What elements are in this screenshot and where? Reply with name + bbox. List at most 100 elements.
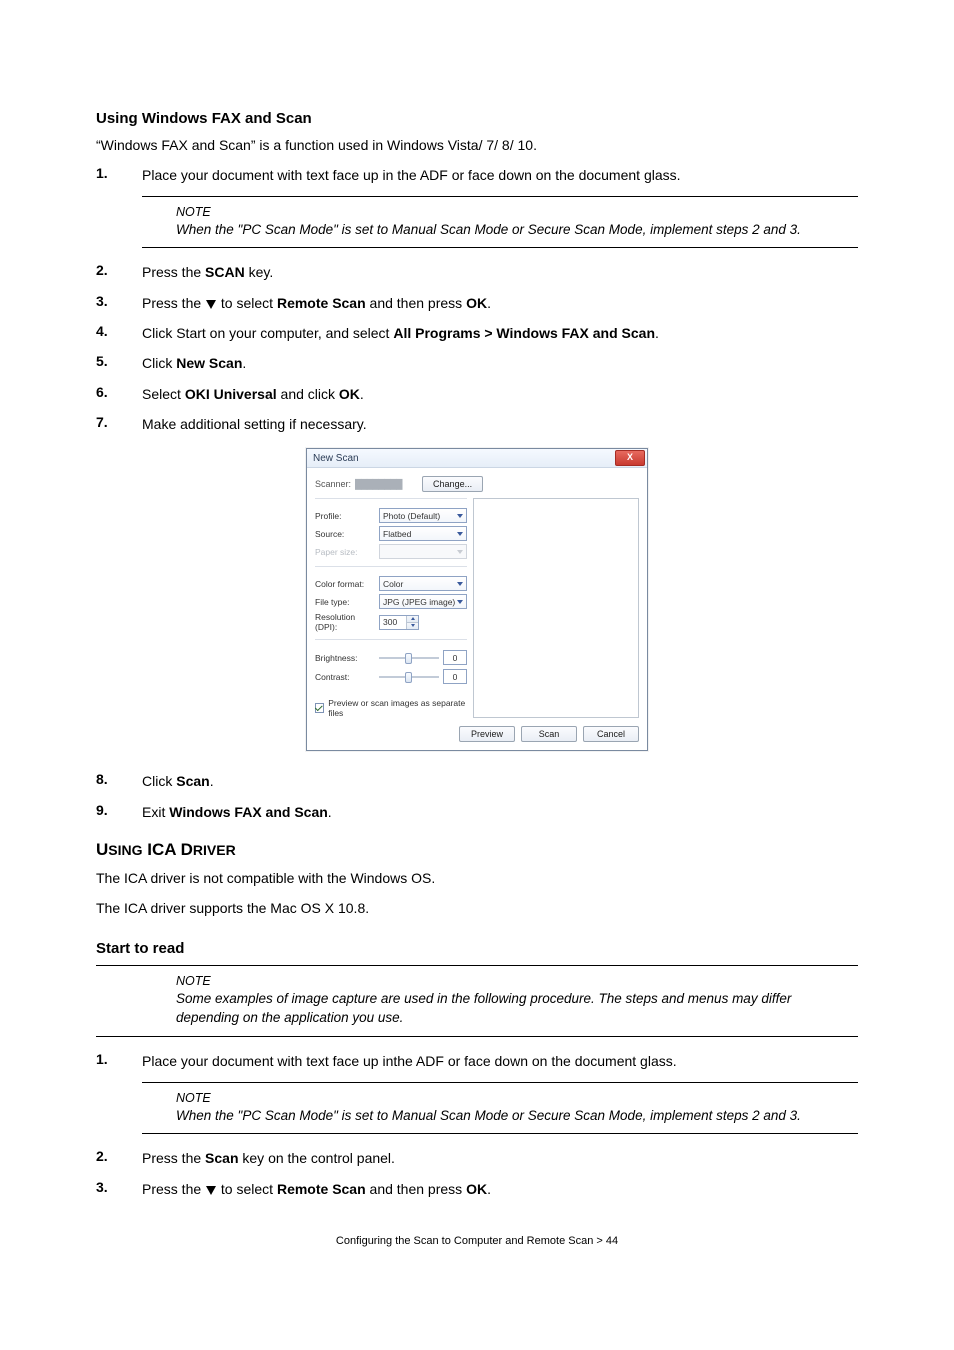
- paper-size-label: Paper size:: [315, 547, 375, 557]
- resolution-label: Resolution (DPI):: [315, 612, 375, 632]
- note-box: NOTE When the "PC Scan Mode" is set to M…: [142, 1082, 858, 1135]
- file-type-select[interactable]: JPG (JPEG image): [379, 594, 467, 609]
- text-fragment: .: [328, 804, 332, 820]
- bold-fragment: All Programs > Windows FAX and Scan: [393, 325, 655, 341]
- text-fragment: .: [487, 1181, 491, 1197]
- bold-fragment: OK: [466, 295, 487, 311]
- source-select[interactable]: Flatbed: [379, 526, 467, 541]
- list-item: 5. Click New Scan.: [96, 353, 858, 373]
- preview-button[interactable]: Preview: [459, 726, 515, 742]
- step-text: Press the SCAN key.: [142, 262, 858, 282]
- down-arrow-icon: [206, 1186, 216, 1195]
- list-item: 7. Make additional setting if necessary.: [96, 414, 858, 434]
- note-title: NOTE: [176, 974, 858, 988]
- text-fragment: Select: [142, 386, 185, 402]
- list-item: 2. Press the SCAN key.: [96, 262, 858, 282]
- checkbox-label: Preview or scan images as separate files: [328, 698, 467, 718]
- source-label: Source:: [315, 529, 375, 539]
- dialog-titlebar: New Scan X: [307, 449, 647, 468]
- step-number: 2.: [96, 1148, 142, 1168]
- text-fragment: .: [487, 295, 491, 311]
- text-fragment: key on the control panel.: [239, 1150, 395, 1166]
- dialog-body: Scanner: ████████ Change... Profile: Pho…: [307, 468, 647, 718]
- ordered-list-a-cont: 8. Click Scan. 9. Exit Windows FAX and S…: [96, 771, 858, 822]
- text-fragment: .: [210, 773, 214, 789]
- profile-select[interactable]: Photo (Default): [379, 508, 467, 523]
- separate-files-checkbox[interactable]: [315, 703, 324, 713]
- section-heading-start: Start to read: [96, 940, 858, 957]
- select-value: Color: [383, 579, 403, 589]
- step-number: 5.: [96, 353, 142, 373]
- scanner-name: ████████: [355, 479, 402, 489]
- step-number: 6.: [96, 384, 142, 404]
- color-format-select[interactable]: Color: [379, 576, 467, 591]
- chevron-down-icon: [457, 550, 463, 554]
- change-button[interactable]: Change...: [422, 476, 483, 492]
- step-number: 9.: [96, 802, 142, 822]
- chevron-down-icon: [457, 514, 463, 518]
- text-fragment: Click: [142, 773, 176, 789]
- step-number: 1.: [96, 165, 142, 185]
- ordered-list-b: 1. Place your document with text face up…: [96, 1051, 858, 1199]
- note-body: When the "PC Scan Mode" is set to Manual…: [176, 221, 858, 240]
- paper-size-select: [379, 544, 467, 559]
- bold-fragment: Scan: [205, 1150, 238, 1166]
- section-heading-ica: USING ICA DRIVER: [96, 840, 858, 860]
- step-number: 3.: [96, 293, 142, 313]
- bold-fragment: Remote Scan: [277, 295, 366, 311]
- list-item: 1. Place your document with text face up…: [96, 165, 858, 185]
- text-fragment: Press the: [142, 1150, 205, 1166]
- text-fragment: Press the: [142, 295, 205, 311]
- brightness-slider[interactable]: [379, 652, 439, 664]
- select-value: JPG (JPEG image): [383, 597, 455, 607]
- text-fragment: Click: [142, 355, 176, 371]
- note-body: Some examples of image capture are used …: [176, 990, 858, 1028]
- resolution-stepper[interactable]: 300: [379, 615, 419, 630]
- dialog-footer: Preview Scan Cancel: [307, 718, 647, 750]
- brightness-label: Brightness:: [315, 653, 375, 663]
- select-value: Photo (Default): [383, 511, 440, 521]
- list-item: 3. Press the to select Remote Scan and t…: [96, 293, 858, 313]
- step-number: 1.: [96, 1051, 142, 1071]
- step-text: Make additional setting if necessary.: [142, 414, 858, 434]
- close-icon[interactable]: X: [615, 450, 645, 466]
- bold-fragment: OKI Universal: [185, 386, 277, 402]
- select-value: Flatbed: [383, 529, 411, 539]
- step-text: Click Start on your computer, and select…: [142, 323, 858, 343]
- text-fragment: and then press: [366, 1181, 466, 1197]
- note-body: When the "PC Scan Mode" is set to Manual…: [176, 1107, 858, 1126]
- spinner-buttons[interactable]: [406, 616, 418, 629]
- brightness-value: 0: [443, 650, 467, 665]
- chevron-down-icon: [457, 600, 463, 604]
- text-fragment: Click Start on your computer, and select: [142, 325, 393, 341]
- contrast-label: Contrast:: [315, 672, 375, 682]
- dialog-panels: Profile: Photo (Default) Source: Flatbed…: [315, 498, 639, 718]
- scanner-label: Scanner:: [315, 479, 351, 489]
- note-title: NOTE: [176, 1091, 858, 1105]
- bold-fragment: SCAN: [205, 264, 245, 280]
- ordered-list-a: 1. Place your document with text face up…: [96, 165, 858, 434]
- text-fragment: and then press: [366, 295, 466, 311]
- dialog-figure: New Scan X Scanner: ████████ Change... P…: [96, 448, 858, 751]
- color-format-label: Color format:: [315, 579, 375, 589]
- list-item: 6. Select OKI Universal and click OK.: [96, 384, 858, 404]
- text-fragment: Exit: [142, 804, 169, 820]
- text-fragment: to select: [217, 295, 277, 311]
- profile-label: Profile:: [315, 511, 375, 521]
- text-fragment: key.: [245, 264, 274, 280]
- text-fragment: Press the: [142, 264, 205, 280]
- step-text: Place your document with text face up in…: [142, 1051, 858, 1071]
- check-icon: [315, 704, 323, 712]
- cancel-button[interactable]: Cancel: [583, 726, 639, 742]
- step-number: 3.: [96, 1179, 142, 1199]
- chevron-down-icon: [457, 532, 463, 536]
- step-text: Select OKI Universal and click OK.: [142, 384, 858, 404]
- intro-paragraph-fax: “Windows FAX and Scan” is a function use…: [96, 135, 858, 155]
- step-text: Click Scan.: [142, 771, 858, 791]
- bold-fragment: Windows FAX and Scan: [169, 804, 328, 820]
- scan-button[interactable]: Scan: [521, 726, 577, 742]
- list-item: 1. Place your document with text face up…: [96, 1051, 858, 1071]
- note-box: NOTE Some examples of image capture are …: [96, 965, 858, 1037]
- down-arrow-icon: [206, 300, 216, 309]
- contrast-slider[interactable]: [379, 671, 439, 683]
